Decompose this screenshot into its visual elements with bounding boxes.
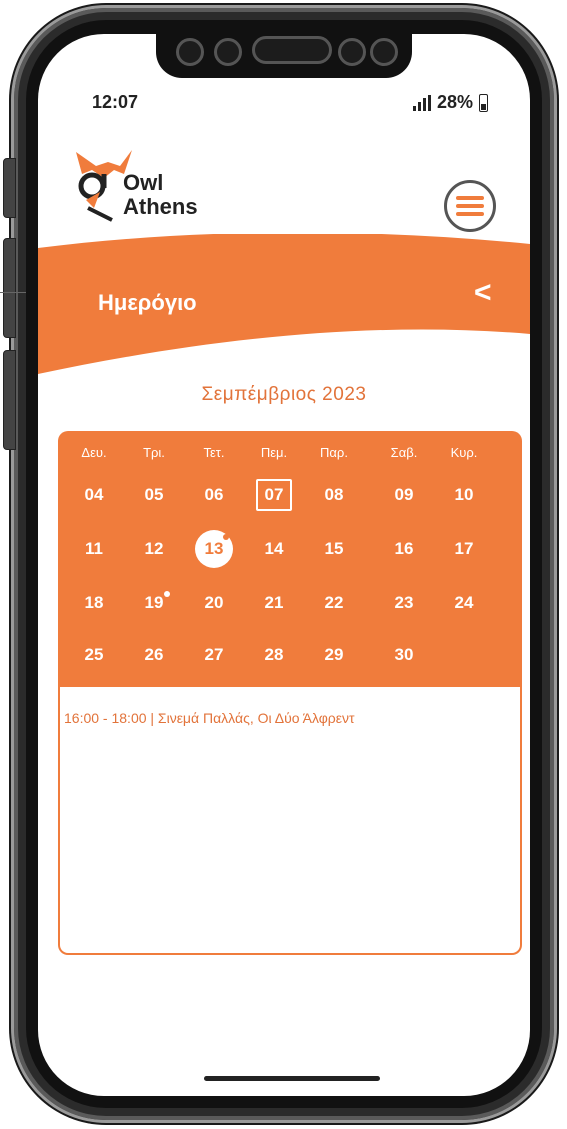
calendar-day[interactable]: 30 — [384, 639, 424, 671]
logo-text-athens: Athens — [123, 194, 198, 219]
camera-icon — [338, 38, 366, 66]
calendar-day[interactable]: 07 — [256, 479, 292, 511]
calendar-day[interactable]: 14 — [254, 533, 294, 565]
calendar-day[interactable]: 25 — [74, 639, 114, 671]
calendar-day[interactable]: 29 — [314, 639, 354, 671]
calendar-day[interactable]: 24 — [444, 587, 484, 619]
events-panel — [58, 687, 522, 955]
weekday-label: Σαβ. — [390, 445, 418, 460]
status-time: 12:07 — [92, 92, 139, 112]
calendar-day[interactable]: 09 — [384, 479, 424, 511]
weekday-label: Τρι. — [143, 445, 165, 460]
weekday-label: Κυρ. — [450, 445, 478, 460]
chevron-left-icon[interactable]: < — [474, 278, 492, 308]
calendar-day[interactable]: 06 — [194, 479, 234, 511]
calendar-day[interactable]: 17 — [444, 533, 484, 565]
calendar-day[interactable]: 21 — [254, 587, 294, 619]
calendar-day[interactable]: 23 — [384, 587, 424, 619]
page-title: Ημερόγιο — [98, 290, 197, 315]
phone-mute-switch — [3, 158, 16, 218]
calendar-day[interactable]: 05 — [134, 479, 174, 511]
calendar-day[interactable]: 20 — [194, 587, 234, 619]
calendar-day[interactable]: 04 — [74, 479, 114, 511]
home-indicator[interactable] — [204, 1076, 380, 1081]
battery-icon — [479, 93, 488, 112]
status-indicators: 28% — [412, 92, 488, 113]
sensor-icon — [214, 38, 242, 66]
app-screen: 12:07 28% Owl Athens Ημερόγιο < Σεμπέμβρ… — [38, 34, 530, 1096]
phone-notch — [156, 34, 412, 78]
weekday-label: Πεμ. — [260, 445, 288, 460]
speaker-icon — [252, 36, 332, 64]
event-item[interactable]: 16:00 - 18:00 | Σινεμά Παλλάς, Οι Δύο Άλ… — [64, 710, 355, 726]
event-dot-icon — [223, 534, 229, 540]
calendar-day[interactable]: 27 — [194, 639, 234, 671]
calendar-day[interactable]: 16 — [384, 533, 424, 565]
calendar-day[interactable]: 28 — [254, 639, 294, 671]
app-logo: Owl Athens — [74, 148, 224, 230]
signal-icon — [412, 94, 431, 111]
sensor-icon — [370, 38, 398, 66]
weekday-label: Δευ. — [81, 445, 107, 460]
calendar-day[interactable]: 11 — [74, 533, 114, 565]
phone-volume-up — [3, 238, 16, 338]
hamburger-menu-icon[interactable] — [444, 180, 496, 232]
event-dot-icon — [164, 591, 170, 597]
calendar-day[interactable]: 15 — [314, 533, 354, 565]
calendar-day[interactable]: 18 — [74, 587, 114, 619]
sensor-icon — [176, 38, 204, 66]
phone-volume-down — [3, 350, 16, 450]
calendar-day[interactable]: 26 — [134, 639, 174, 671]
calendar-grid: Δευ. Τρι. Τετ. Πεμ. Παρ. Σαβ. Κυρ. 04 05 06 07 08 09… — [58, 431, 522, 687]
logo-text-owl: Owl — [123, 170, 164, 195]
calendar-day[interactable]: 10 — [444, 479, 484, 511]
calendar-day[interactable]: 22 — [314, 587, 354, 619]
battery-percent: 28% — [436, 92, 473, 112]
calendar-day[interactable]: 08 — [314, 479, 354, 511]
calendar-day[interactable]: 12 — [134, 533, 174, 565]
calendar-month-title: Σεμπέμβριος 2023 — [201, 384, 367, 405]
weekday-label: Παρ. — [320, 445, 348, 460]
weekday-label: Τετ. — [203, 445, 225, 460]
